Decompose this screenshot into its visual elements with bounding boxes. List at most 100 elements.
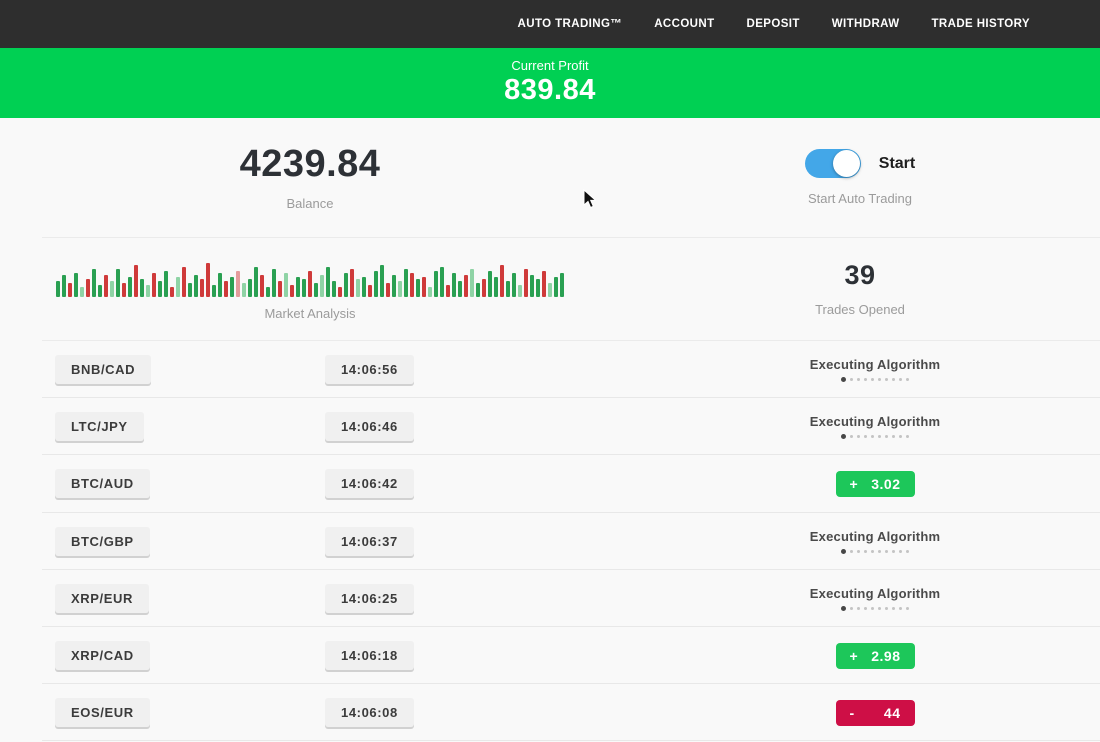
market-bar (362, 277, 366, 297)
market-bar (326, 267, 330, 297)
market-bar (158, 281, 162, 297)
market-bar (536, 279, 540, 297)
trade-pair-cell: XRP/EUR (0, 584, 325, 613)
trade-pair-badge: XRP/EUR (55, 584, 149, 613)
trade-time-cell: 14:06:25 (325, 584, 650, 613)
progress-dot (864, 435, 867, 438)
market-bar (476, 283, 480, 297)
trade-time-badge: 14:06:37 (325, 527, 414, 556)
result-sign: + (850, 476, 859, 492)
trade-time-badge: 14:06:18 (325, 641, 414, 670)
market-bar (146, 285, 150, 297)
stats-row-market: Market Analysis 39 Trades Opened (0, 238, 1100, 340)
progress-dot (841, 606, 846, 611)
market-bar (230, 277, 234, 297)
market-bar (374, 271, 378, 297)
executing-algorithm-label: Executing Algorithm (810, 529, 940, 544)
nav-item-deposit[interactable]: DEPOSIT (747, 18, 800, 30)
trade-pair-cell: BTC/AUD (0, 469, 325, 498)
auto-trading-toggle[interactable] (805, 149, 861, 178)
progress-dot (892, 435, 895, 438)
result-sign: - (850, 705, 855, 721)
progress-dot (841, 549, 846, 554)
market-bar (464, 275, 468, 297)
result-value: 44 (884, 705, 901, 721)
market-bar (320, 275, 324, 297)
trade-row: BTC/AUD 14:06:42 +3.02 (0, 455, 1100, 512)
executing-algorithm-label: Executing Algorithm (810, 414, 940, 429)
market-bar (506, 281, 510, 297)
market-bar (494, 277, 498, 297)
top-navbar: AUTO TRADING™ ACCOUNT DEPOSIT WITHDRAW T… (0, 0, 1100, 48)
market-bar (98, 285, 102, 297)
progress-dot (899, 550, 902, 553)
auto-trading-label: Start Auto Trading (808, 191, 912, 206)
market-analysis-label: Market Analysis (264, 306, 355, 321)
progress-dot (885, 550, 888, 553)
trade-list: BNB/CAD 14:06:56 Executing Algorithm LTC… (0, 341, 1100, 741)
market-bar (350, 269, 354, 297)
progress-dot (899, 435, 902, 438)
nav-item-auto-trading[interactable]: AUTO TRADING™ (518, 18, 623, 30)
market-bar (368, 285, 372, 297)
market-bar (194, 275, 198, 297)
market-bar (224, 281, 228, 297)
trade-time-badge: 14:06:25 (325, 584, 414, 613)
market-bar (542, 271, 546, 297)
nav-item-withdraw[interactable]: WITHDRAW (832, 18, 900, 30)
trade-result-badge-profit: +2.98 (836, 643, 915, 669)
executing-progress-dots (841, 606, 909, 611)
nav-item-account[interactable]: ACCOUNT (654, 18, 714, 30)
market-bar (74, 273, 78, 297)
progress-dot (857, 378, 860, 381)
market-bar (386, 283, 390, 297)
market-bar (200, 279, 204, 297)
market-bar (446, 285, 450, 297)
market-bar (554, 277, 558, 297)
market-bar (218, 273, 222, 297)
progress-dot (878, 378, 881, 381)
market-bar (272, 269, 276, 297)
trade-row: LTC/JPY 14:06:46 Executing Algorithm (0, 398, 1100, 455)
market-bar (128, 277, 132, 297)
trade-result-cell: +3.02 (650, 471, 1100, 497)
market-bar (356, 279, 360, 297)
market-bar (560, 273, 564, 297)
market-bar (254, 267, 258, 297)
trades-opened-block: 39 Trades Opened (620, 262, 1100, 317)
trade-result-badge-loss: - 44 (836, 700, 915, 726)
trade-result-cell: - 44 (650, 700, 1100, 726)
progress-dot (864, 550, 867, 553)
balance-value: 4239.84 (240, 145, 381, 183)
current-profit-value: 839.84 (0, 74, 1100, 107)
market-bar (488, 271, 492, 297)
progress-dot (899, 378, 902, 381)
progress-dot (878, 607, 881, 610)
market-bar (296, 277, 300, 297)
market-bar (530, 275, 534, 297)
balance-block: 4239.84 Balance (0, 145, 620, 211)
market-bar (248, 279, 252, 297)
trade-time-cell: 14:06:42 (325, 469, 650, 498)
auto-trading-block: Start Start Auto Trading (620, 149, 1100, 206)
progress-dot (871, 550, 874, 553)
trade-time-badge: 14:06:42 (325, 469, 414, 498)
market-bar (206, 263, 210, 297)
market-bar (80, 287, 84, 297)
trade-time-badge: 14:06:46 (325, 412, 414, 441)
market-bar (458, 281, 462, 297)
progress-dot (885, 435, 888, 438)
trade-pair-badge: BTC/AUD (55, 469, 150, 498)
progress-dot (906, 378, 909, 381)
market-bar (302, 279, 306, 297)
trade-pair-cell: LTC/JPY (0, 412, 325, 441)
market-bar (452, 273, 456, 297)
market-bar (188, 283, 192, 297)
market-bar (410, 273, 414, 297)
market-bar (236, 271, 240, 297)
market-bar (518, 285, 522, 297)
market-bar (512, 273, 516, 297)
progress-dot (871, 378, 874, 381)
nav-item-trade-history[interactable]: TRADE HISTORY (932, 18, 1031, 30)
progress-dot (857, 607, 860, 610)
